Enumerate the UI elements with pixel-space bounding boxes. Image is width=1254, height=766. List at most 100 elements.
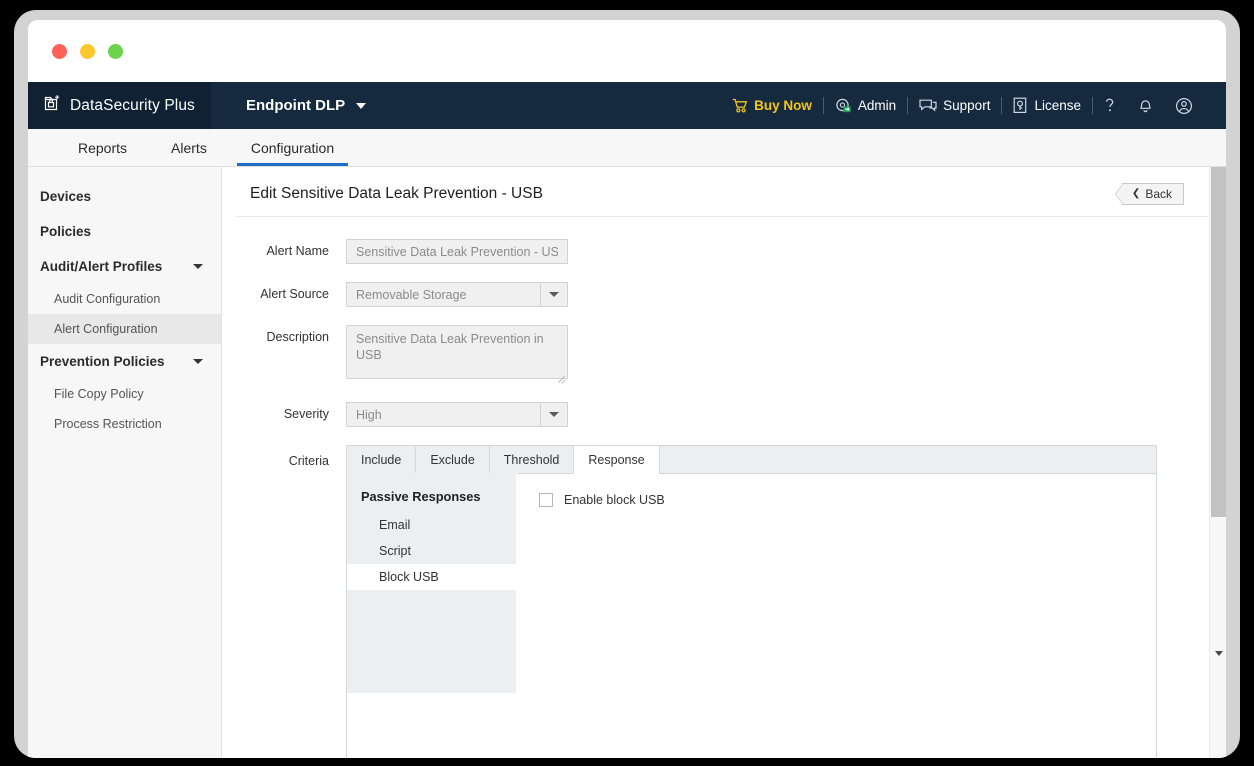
- response-item-email[interactable]: Email: [347, 512, 516, 538]
- sidebar-item-file-copy-policy-label: File Copy Policy: [54, 387, 144, 401]
- enable-block-usb-checkbox[interactable]: [539, 493, 553, 507]
- admin-label: Admin: [857, 98, 897, 113]
- response-item-email-label: Email: [379, 518, 411, 532]
- product-selector[interactable]: Endpoint DLP: [211, 97, 367, 114]
- tab-include[interactable]: Include: [346, 445, 416, 474]
- sidebar: Devices Policies Audit/Alert Profiles Au…: [28, 167, 222, 758]
- support-button[interactable]: Support: [908, 98, 1001, 113]
- form-row-description: Description: [222, 325, 1226, 384]
- response-item-block-usb-label: Block USB: [379, 570, 439, 584]
- tab-threshold-label: Threshold: [503, 452, 560, 467]
- tabstrip-filler: [658, 445, 1157, 474]
- main-navigation: Reports Alerts Configuration: [28, 129, 1226, 167]
- brand-name: DataSecurity Plus: [70, 96, 195, 114]
- back-button-label: Back: [1145, 187, 1172, 201]
- sidebar-item-devices[interactable]: Devices: [28, 179, 221, 214]
- sidebar-item-alert-configuration[interactable]: Alert Configuration: [28, 314, 221, 344]
- license-button[interactable]: License: [1002, 97, 1092, 114]
- response-item-script[interactable]: Script: [347, 538, 516, 564]
- alert-name-label: Alert Name: [266, 244, 329, 258]
- triangle-down-icon: [1214, 651, 1223, 656]
- alert-source-dropdown-button[interactable]: [540, 283, 567, 306]
- sidebar-item-prevention-policies-label: Prevention Policies: [40, 354, 165, 369]
- tab-threshold[interactable]: Threshold: [488, 445, 574, 474]
- buy-now-button[interactable]: Buy Now: [721, 98, 823, 113]
- vertical-scrollbar[interactable]: [1209, 167, 1226, 758]
- folder-lock-icon: [44, 94, 61, 118]
- severity-label: Severity: [283, 407, 329, 421]
- admin-button[interactable]: Admin: [824, 98, 907, 114]
- sidebar-item-devices-label: Devices: [40, 189, 92, 204]
- passive-responses-list: Passive Responses Email Script Block USB: [347, 473, 517, 693]
- form-row-criteria: Criteria Include Exclude Threshold Respo…: [222, 445, 1226, 758]
- window-maximize-button[interactable]: [108, 43, 123, 59]
- sidebar-item-audit-configuration-label: Audit Configuration: [54, 292, 161, 306]
- criteria-label: Criteria: [288, 454, 329, 468]
- user-account-icon[interactable]: [1164, 97, 1204, 115]
- description-label: Description: [266, 330, 329, 344]
- window-titlebar: [28, 20, 1226, 82]
- help-question-icon[interactable]: [1093, 97, 1127, 114]
- back-button[interactable]: ❮ Back: [1114, 183, 1184, 205]
- sidebar-item-audit-alert-profiles[interactable]: Audit/Alert Profiles: [28, 249, 221, 284]
- response-item-block-usb[interactable]: Block USB: [347, 564, 516, 590]
- app-header: DataSecurity Plus Endpoint DLP Buy Now A…: [28, 82, 1226, 129]
- page-title: Edit Sensitive Data Leak Prevention - US…: [250, 185, 543, 202]
- chevron-down-icon: [193, 264, 203, 269]
- alert-source-label: Alert Source: [260, 287, 329, 301]
- form-row-alert-source: Alert Source Removable Storage: [222, 282, 1226, 307]
- tab-include-label: Include: [361, 452, 402, 467]
- alert-source-select[interactable]: Removable Storage: [346, 282, 568, 307]
- severity-dropdown-button[interactable]: [540, 403, 567, 426]
- chevron-down-icon: [549, 412, 559, 417]
- nav-tab-reports[interactable]: Reports: [56, 129, 149, 166]
- brand-block[interactable]: DataSecurity Plus: [28, 82, 211, 129]
- criteria-tab-container: Include Exclude Threshold Response Passi…: [346, 445, 1157, 758]
- response-detail-pane: Enable block USB: [517, 473, 1156, 758]
- response-panel: Passive Responses Email Script Block USB: [346, 473, 1157, 758]
- sidebar-item-policies[interactable]: Policies: [28, 214, 221, 249]
- tab-exclude[interactable]: Exclude: [415, 445, 489, 474]
- passive-responses-heading: Passive Responses: [361, 489, 481, 504]
- notification-bell-icon[interactable]: [1127, 97, 1164, 114]
- nav-tab-reports-label: Reports: [78, 139, 128, 156]
- cart-icon: [732, 98, 748, 113]
- form-row-severity: Severity High: [222, 402, 1226, 427]
- nav-tab-configuration-label: Configuration: [250, 139, 335, 156]
- scrollbar-thumb[interactable]: [1211, 167, 1226, 517]
- window-minimize-button[interactable]: [80, 43, 95, 59]
- body-split: Devices Policies Audit/Alert Profiles Au…: [28, 167, 1226, 758]
- chevron-left-icon: ❮: [1131, 188, 1141, 199]
- chevron-down-icon: [356, 102, 367, 109]
- license-key-icon: [1013, 97, 1028, 114]
- description-textarea[interactable]: [346, 325, 568, 379]
- alert-name-input[interactable]: [346, 239, 568, 264]
- header-utility-bar: Buy Now Admin Support License: [721, 97, 1204, 115]
- device-frame: DataSecurity Plus Endpoint DLP Buy Now A…: [14, 10, 1240, 758]
- content-area: Edit Sensitive Data Leak Prevention - US…: [222, 167, 1226, 758]
- response-item-script-label: Script: [379, 544, 411, 558]
- sidebar-item-file-copy-policy[interactable]: File Copy Policy: [28, 379, 221, 409]
- tab-response-label: Response: [588, 452, 645, 467]
- license-label: License: [1034, 98, 1081, 113]
- content-header: Edit Sensitive Data Leak Prevention - US…: [236, 167, 1212, 217]
- tab-response[interactable]: Response: [573, 445, 659, 474]
- alert-source-value: Removable Storage: [356, 288, 467, 302]
- sidebar-item-audit-configuration[interactable]: Audit Configuration: [28, 284, 221, 314]
- sidebar-item-prevention-policies[interactable]: Prevention Policies: [28, 344, 221, 379]
- support-label: Support: [943, 98, 991, 113]
- scrollbar-down-arrow[interactable]: [1210, 645, 1226, 662]
- chat-icon: [919, 98, 937, 113]
- buy-now-label: Buy Now: [754, 98, 812, 113]
- chevron-down-icon: [549, 292, 559, 297]
- sidebar-item-process-restriction-label: Process Restriction: [54, 417, 162, 431]
- severity-select[interactable]: High: [346, 402, 568, 427]
- nav-tab-configuration[interactable]: Configuration: [229, 129, 356, 166]
- window-close-button[interactable]: [52, 43, 67, 59]
- nav-tab-alerts[interactable]: Alerts: [149, 129, 229, 166]
- enable-block-usb-row: Enable block USB: [539, 493, 1156, 507]
- application-window: DataSecurity Plus Endpoint DLP Buy Now A…: [28, 20, 1226, 758]
- sidebar-item-alert-configuration-label: Alert Configuration: [54, 322, 158, 336]
- nav-tab-alerts-label: Alerts: [171, 139, 207, 156]
- sidebar-item-process-restriction[interactable]: Process Restriction: [28, 409, 221, 439]
